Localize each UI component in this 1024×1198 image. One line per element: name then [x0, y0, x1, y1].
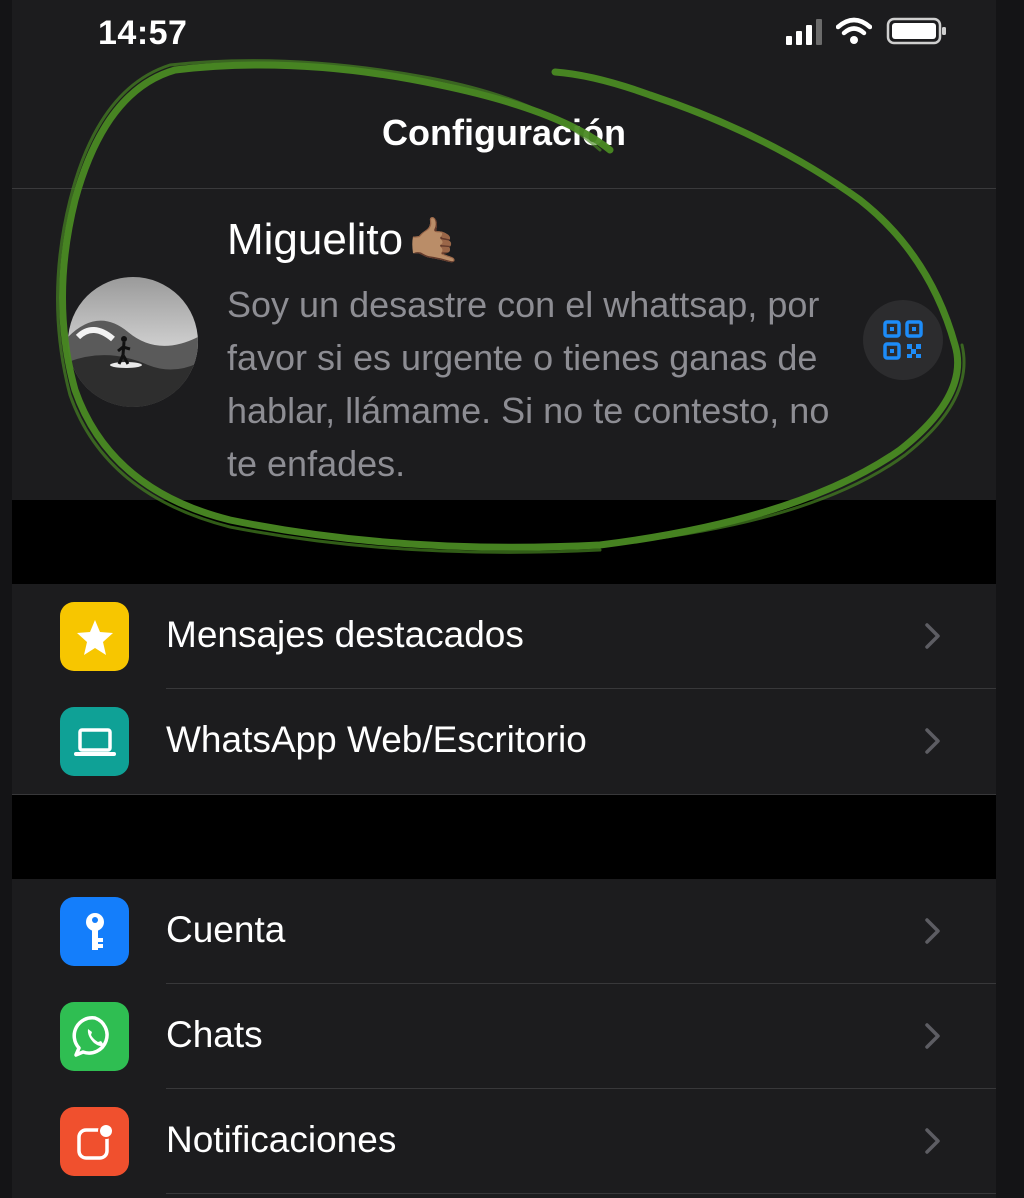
chevron-right-icon — [925, 1023, 940, 1049]
avatar[interactable] — [68, 277, 198, 407]
row-label: Mensajes destacados — [166, 614, 524, 655]
qr-code-icon — [883, 320, 923, 360]
row-label: Cuenta — [166, 909, 286, 950]
star-icon — [60, 602, 129, 671]
device-bezel-right — [996, 0, 1024, 1198]
profile-card[interactable]: Miguelito 🤙🏽 Soy un desastre con el what… — [12, 190, 996, 500]
settings-group-1: Mensajes destacados WhatsApp Web/Escrito… — [12, 584, 996, 795]
section-gap — [12, 500, 996, 584]
settings-group-2: Cuenta Chats Notificaciones — [12, 879, 996, 1198]
row-separator — [166, 1193, 996, 1194]
profile-status: Soy un desastre con el whattsap, por fav… — [227, 284, 830, 484]
settings-screen: 14:57 Configuración Miguelito 🤙🏽 Soy un … — [12, 0, 996, 1198]
row-label: WhatsApp Web/Escritorio — [166, 719, 587, 760]
wifi-icon — [836, 17, 872, 44]
settings-row-chats[interactable]: Chats — [12, 984, 996, 1089]
chevron-right-icon — [925, 918, 940, 944]
settings-row-mensajes-destacados[interactable]: Mensajes destacados — [12, 584, 996, 689]
key-icon — [60, 897, 129, 966]
status-icons — [786, 16, 948, 46]
header-divider — [12, 188, 996, 189]
chevron-right-icon — [925, 1128, 940, 1154]
status-time: 14:57 — [98, 14, 188, 52]
laptop-icon — [60, 707, 129, 776]
whatsapp-icon — [60, 1002, 129, 1071]
chevron-right-icon — [925, 623, 940, 649]
chevron-right-icon — [925, 728, 940, 754]
battery-icon — [886, 17, 946, 45]
qr-code-button[interactable] — [863, 300, 943, 380]
row-label: Chats — [166, 1014, 263, 1055]
page-title: Configuración — [382, 112, 626, 153]
call-me-hand-emoji: 🤙🏽 — [407, 216, 462, 265]
profile-name-text: Miguelito — [227, 215, 404, 264]
settings-row-cuenta[interactable]: Cuenta — [12, 879, 996, 984]
profile-name: Miguelito 🤙🏽 — [227, 214, 462, 266]
settings-row-whatsapp-web[interactable]: WhatsApp Web/Escritorio — [12, 689, 996, 794]
cellular-signal-icon — [786, 17, 822, 45]
device-bezel-left — [0, 0, 12, 1198]
settings-row-notificaciones[interactable]: Notificaciones — [12, 1089, 996, 1194]
notification-icon — [60, 1107, 129, 1176]
status-bar: 14:57 — [12, 0, 996, 70]
section-gap — [12, 795, 996, 879]
row-label: Notificaciones — [166, 1119, 397, 1160]
